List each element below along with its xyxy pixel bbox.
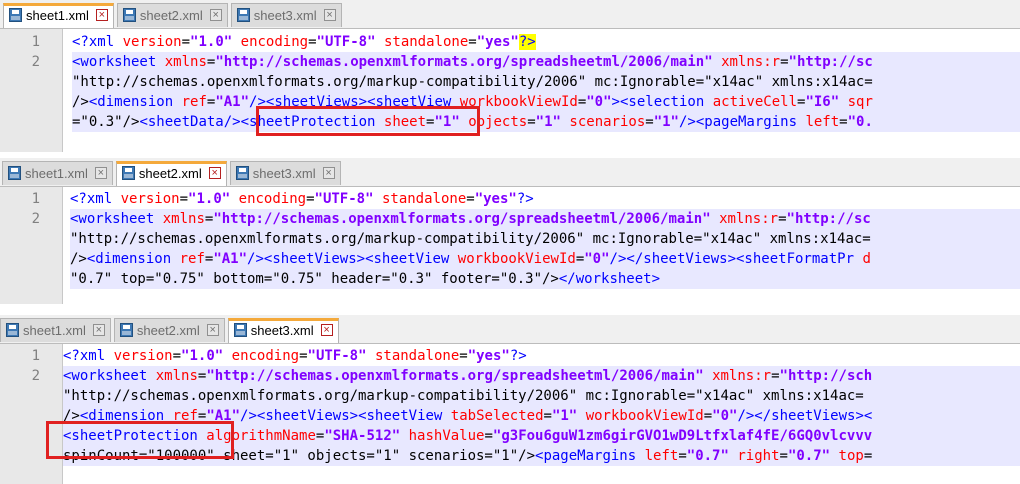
code-line[interactable]: <sheetProtection algorithmName="SHA-512"…: [0, 426, 1020, 446]
tab-sheet3-xml[interactable]: sheet3.xml ×: [230, 3, 342, 27]
code-text: <worksheet xmlns="http://schemas.openxml…: [70, 209, 1020, 229]
line-number: 2: [31, 54, 40, 70]
tab-sheet2-xml[interactable]: sheet2.xml ×: [113, 318, 225, 342]
code-text: <worksheet xmlns="http://schemas.openxml…: [63, 366, 1020, 386]
code-text: spinCount="100000" sheet="1" objects="1"…: [63, 446, 1020, 466]
code-line[interactable]: 2 <worksheet xmlns="http://schemas.openxm…: [0, 366, 1020, 386]
code-line[interactable]: "http://schemas.openxmlformats.org/marku…: [0, 386, 1020, 406]
tab-sheet1-xml[interactable]: sheet1.xml ×: [0, 318, 111, 342]
code-text: "http://schemas.openxmlformats.org/marku…: [70, 229, 1020, 249]
tab-sheet3-xml[interactable]: sheet3.xml ×: [229, 161, 341, 185]
code-text: <worksheet xmlns="http://schemas.openxml…: [72, 52, 1020, 72]
code-text: <?xml version="1.0" encoding="UTF-8" sta…: [70, 191, 534, 207]
tab-label: sheet1.xml: [26, 8, 89, 23]
close-tab-icon[interactable]: ×: [206, 324, 219, 336]
code-line[interactable]: 1 <?xml version="1.0" encoding="UTF-8" st…: [0, 346, 1020, 366]
code-text: /><dimension ref="A1"/><sheetViews><shee…: [63, 406, 1020, 426]
code-text: <?xml version="1.0" encoding="UTF-8" sta…: [63, 348, 527, 364]
save-file-icon: [122, 8, 136, 22]
code-line[interactable]: /><dimension ref="A1"/><sheetViews><shee…: [0, 92, 1020, 112]
tab-bar: sheet1.xml × sheet2.xml × sheet3.xml ×: [0, 315, 1020, 344]
close-tab-icon[interactable]: ×: [94, 167, 107, 179]
tab-label: sheet2.xml: [136, 323, 200, 338]
save-file-icon: [6, 323, 19, 337]
code-text: /><dimension ref="A1"/><sheetViews><shee…: [72, 92, 1020, 112]
save-file-icon: [8, 166, 21, 180]
editor-panel-sheet1: sheet1.xml × sheet2.xml × sheet3.xml × 1 <?x…: [0, 0, 1020, 152]
code-editor[interactable]: 1 <?xml version="1.0" encoding="UTF-8" st…: [0, 29, 1020, 152]
code-line[interactable]: 2 <worksheet xmlns="http://schemas.openxm…: [0, 209, 1020, 229]
tab-bar: sheet1.xml × sheet2.xml × sheet3.xml ×: [0, 0, 1020, 29]
tab-sheet3-xml[interactable]: sheet3.xml ×: [227, 318, 339, 343]
code-line[interactable]: /><dimension ref="A1"/><sheetViews><shee…: [0, 249, 1020, 269]
line-number: 2: [31, 211, 40, 227]
tab-label: sheet1.xml: [25, 166, 88, 181]
save-file-icon: [119, 323, 133, 337]
close-tab-icon[interactable]: ×: [95, 9, 108, 21]
code-text: "0.7" top="0.75" bottom="0.75" header="0…: [70, 269, 1020, 289]
code-line[interactable]: 1 <?xml version="1.0" encoding="UTF-8" st…: [0, 189, 1020, 209]
code-editor[interactable]: 1 <?xml version="1.0" encoding="UTF-8" st…: [0, 187, 1020, 304]
code-text: ="0.3"/><sheetData/><sheetProtection she…: [72, 112, 1020, 132]
tab-sheet2-xml[interactable]: sheet2.xml ×: [116, 3, 228, 27]
tab-label: sheet3.xml: [253, 8, 317, 23]
close-tab-icon[interactable]: ×: [209, 9, 222, 21]
code-text: <?xml version="1.0" encoding="UTF-8" sta…: [72, 34, 536, 50]
line-number: 2: [31, 368, 40, 384]
close-tab-icon[interactable]: ×: [323, 9, 336, 21]
line-number: 1: [31, 348, 40, 364]
save-file-icon: [9, 8, 22, 22]
save-file-icon: [236, 8, 250, 22]
tab-sheet1-xml[interactable]: sheet1.xml ×: [3, 3, 114, 28]
code-line[interactable]: 2 <worksheet xmlns="http://schemas.openxm…: [0, 52, 1020, 72]
code-text: "http://schemas.openxmlformats.org/marku…: [63, 386, 1020, 406]
tab-sheet1-xml[interactable]: sheet1.xml ×: [2, 161, 113, 185]
code-text: "http://schemas.openxmlformats.org/marku…: [72, 72, 1020, 92]
close-tab-icon[interactable]: ×: [322, 167, 335, 179]
tab-label: sheet3.xml: [252, 166, 316, 181]
code-line[interactable]: "http://schemas.openxmlformats.org/marku…: [0, 72, 1020, 92]
line-number: 1: [31, 191, 40, 207]
tab-bar: sheet1.xml × sheet2.xml × sheet3.xml ×: [0, 158, 1020, 187]
code-line[interactable]: "0.7" top="0.75" bottom="0.75" header="0…: [0, 269, 1020, 289]
close-tab-icon[interactable]: ×: [208, 167, 221, 179]
tab-sheet2-xml[interactable]: sheet2.xml ×: [115, 161, 227, 186]
editor-panel-sheet2: sheet1.xml × sheet2.xml × sheet3.xml × 1 <?x…: [0, 158, 1020, 304]
code-editor[interactable]: 1 <?xml version="1.0" encoding="UTF-8" st…: [0, 344, 1020, 484]
tab-label: sheet3.xml: [250, 323, 314, 338]
close-tab-icon[interactable]: ×: [92, 324, 105, 336]
editor-panel-sheet3: sheet1.xml × sheet2.xml × sheet3.xml × 1 <?x…: [0, 315, 1020, 484]
save-file-icon: [235, 166, 249, 180]
code-text: <sheetProtection algorithmName="SHA-512"…: [63, 426, 1020, 446]
code-line[interactable]: spinCount="100000" sheet="1" objects="1"…: [0, 446, 1020, 466]
code-line[interactable]: 1 <?xml version="1.0" encoding="UTF-8" st…: [0, 32, 1020, 52]
code-text: /><dimension ref="A1"/><sheetViews><shee…: [70, 249, 1020, 269]
save-file-icon: [121, 166, 135, 180]
code-line[interactable]: /><dimension ref="A1"/><sheetViews><shee…: [0, 406, 1020, 426]
code-line[interactable]: ="0.3"/><sheetData/><sheetProtection she…: [0, 112, 1020, 132]
tab-label: sheet1.xml: [23, 323, 86, 338]
close-tab-icon[interactable]: ×: [320, 324, 333, 336]
save-file-icon: [233, 323, 247, 337]
tab-label: sheet2.xml: [139, 8, 203, 23]
tab-label: sheet2.xml: [138, 166, 202, 181]
code-line[interactable]: "http://schemas.openxmlformats.org/marku…: [0, 229, 1020, 249]
line-number: 1: [31, 34, 40, 50]
